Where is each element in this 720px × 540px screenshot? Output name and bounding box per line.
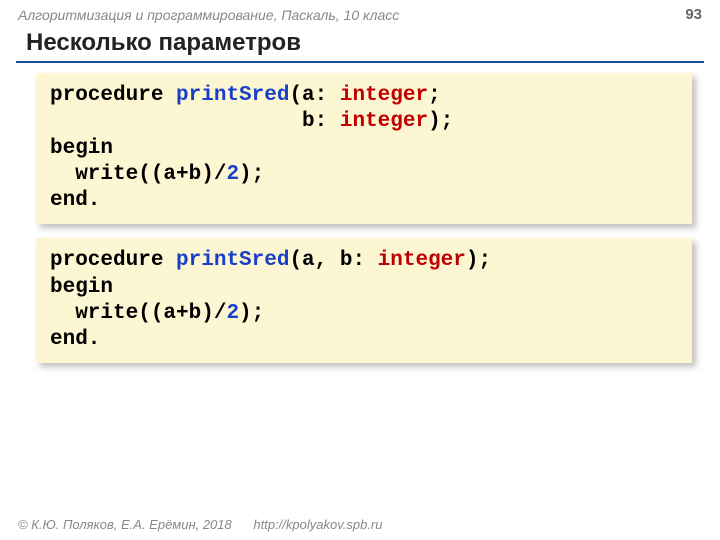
code-text: procedure xyxy=(50,249,176,272)
title-underline xyxy=(16,61,704,63)
code-block-1: procedure printSred(a: integer; b: integ… xyxy=(36,73,692,224)
code-text: (a: xyxy=(289,84,339,107)
code-fn: printSred xyxy=(176,249,289,272)
code-text: end. xyxy=(50,189,100,212)
code-type: integer xyxy=(340,110,428,133)
footer-url: http://kpolyakov.spb.ru xyxy=(253,517,382,532)
slide-header: Алгоритмизация и программирование, Паска… xyxy=(0,0,720,25)
code-text: write((a+b)/ xyxy=(50,302,226,325)
code-text: ); xyxy=(466,249,491,272)
code-text: ); xyxy=(239,302,264,325)
code-text: (a, b: xyxy=(289,249,377,272)
slide-footer: © К.Ю. Поляков, Е.А. Ерёмин, 2018 http:/… xyxy=(18,517,382,532)
code-num: 2 xyxy=(226,163,239,186)
code-block-2: procedure printSred(a, b: integer); begi… xyxy=(36,238,692,363)
code-text: procedure xyxy=(50,84,176,107)
code-text: write((a+b)/ xyxy=(50,163,226,186)
code-text: end. xyxy=(50,328,100,351)
code-text: ); xyxy=(428,110,453,133)
code-type: integer xyxy=(378,249,466,272)
copyright: © К.Ю. Поляков, Е.А. Ерёмин, 2018 xyxy=(18,517,232,532)
code-text: begin xyxy=(50,276,113,299)
page-number: 93 xyxy=(685,6,702,23)
code-text: begin xyxy=(50,137,113,160)
code-num: 2 xyxy=(226,302,239,325)
slide-title: Несколько параметров xyxy=(0,25,720,61)
code-type: integer xyxy=(340,84,428,107)
code-fn: printSred xyxy=(176,84,289,107)
code-text: ; xyxy=(428,84,441,107)
course-label: Алгоритмизация и программирование, Паска… xyxy=(18,7,399,23)
code-text: ); xyxy=(239,163,264,186)
code-text: b: xyxy=(50,110,340,133)
